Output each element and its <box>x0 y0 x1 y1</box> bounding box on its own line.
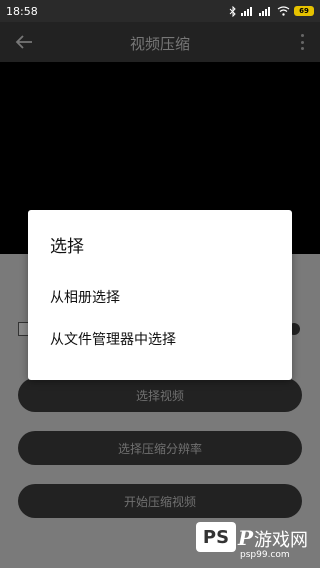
signal-icon <box>241 7 252 16</box>
option-from-file-manager[interactable]: 从文件管理器中选择 <box>50 324 270 354</box>
start-compress-button[interactable]: 开始压缩视频 <box>18 484 302 518</box>
watermark-url: psp99.com <box>240 550 290 560</box>
dialog-title: 选择 <box>50 237 84 257</box>
option-from-album[interactable]: 从相册选择 <box>50 282 270 312</box>
more-options-button[interactable] <box>294 32 310 52</box>
app-bar: 视频压缩 <box>0 22 320 62</box>
more-dot-icon <box>300 47 304 50</box>
bluetooth-icon <box>229 5 236 17</box>
page-title: 视频压缩 <box>129 35 190 53</box>
watermark-p: P <box>238 526 254 550</box>
more-dot-icon <box>300 40 304 44</box>
watermark-logo: PS <box>196 522 236 552</box>
more-dot-icon <box>300 34 304 37</box>
status-icons: 69 <box>229 5 314 17</box>
select-video-button[interactable]: 选择视频 <box>18 378 302 412</box>
status-bar: 18:58 69 <box>0 0 320 22</box>
signal-icon-2 <box>259 7 270 16</box>
wifi-icon <box>277 6 290 16</box>
watermark: PS P 游戏网 psp99.com <box>196 522 316 562</box>
battery-icon: 69 <box>294 6 314 16</box>
watermark-name: 游戏网 <box>254 530 308 551</box>
select-source-dialog: 选择 从相册选择 从文件管理器中选择 <box>28 210 292 380</box>
screen: 18:58 69 视频压缩 选择视频 选择压缩分辨率 开始压缩视频 选择 从相册… <box>0 0 320 568</box>
status-time: 18:58 <box>6 4 38 18</box>
select-resolution-button[interactable]: 选择压缩分辨率 <box>18 431 302 465</box>
